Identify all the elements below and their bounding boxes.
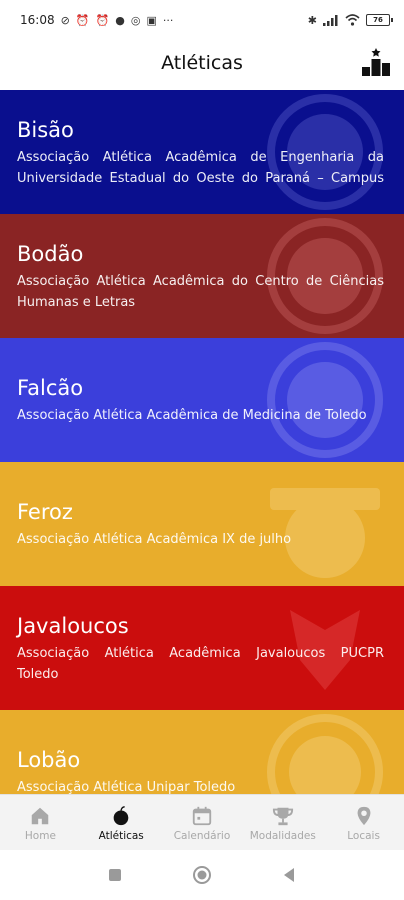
athletic-card-feroz[interactable]: Feroz Associação Atlética Acadêmica IX d… [0, 462, 404, 586]
athletic-logo [267, 342, 383, 458]
nav-locais-label: Locais [347, 829, 380, 842]
status-bar-left: 16:08 ⊘ ⏰ ⏰ ● ◎ ▣ ··· [20, 13, 173, 27]
athletic-description: Associação Atlética Acadêmica IX de julh… [17, 532, 292, 547]
athletic-name: Javaloucos [17, 614, 129, 638]
trophy-icon [272, 807, 293, 825]
battery-icon: 76 [366, 14, 393, 26]
athletic-description: Associação Atlética Acadêmica de Engenha… [17, 150, 384, 186]
athletic-card-lobao[interactable]: Lobão Associação Atlética Unipar Toledo [0, 710, 404, 794]
nav-modalidades-label: Modalidades [249, 829, 316, 842]
bomb-icon [113, 805, 129, 825]
athletic-logo [270, 488, 380, 578]
signal-icon [323, 14, 338, 26]
athletic-card-falcao[interactable]: Falcão Associação Atlética Acadêmica de … [0, 338, 404, 462]
bluetooth-icon: ✱ [307, 13, 317, 27]
athletic-name: Feroz [17, 500, 73, 524]
athletic-card-javaloucos[interactable]: Javaloucos Associação Atlética Acadêmica… [0, 586, 404, 710]
nav-atleticas-label: Atléticas [98, 829, 144, 842]
back-button[interactable] [282, 867, 296, 883]
no-signal-icon: ⊘ [60, 13, 70, 27]
athletic-card-bodao[interactable]: Bodão Associação Atlética Acadêmica do C… [0, 214, 404, 338]
app-header: Atléticas [0, 40, 404, 90]
nav-atleticas[interactable]: Atléticas [81, 795, 162, 851]
location-pin-icon [357, 806, 370, 825]
home-icon [32, 807, 49, 824]
nav-locais[interactable]: Locais [323, 795, 404, 851]
ranking-podium-icon[interactable] [360, 46, 392, 78]
nav-calendario[interactable]: Calendário [162, 795, 243, 851]
nav-home[interactable]: Home [0, 795, 81, 851]
home-button[interactable] [192, 865, 212, 885]
nav-calendario-label: Calendário [173, 829, 231, 842]
nav-modalidades[interactable]: Modalidades [242, 795, 323, 851]
athletic-name: Bisão [17, 118, 74, 142]
athletic-description: Associação Atlética Unipar Toledo [17, 780, 236, 794]
page-title: Atléticas [161, 52, 243, 74]
status-bar: 16:08 ⊘ ⏰ ⏰ ● ◎ ▣ ··· ✱ 76 [0, 0, 404, 40]
athletic-card-bisao[interactable]: Bisão Associação Atlética Acadêmica de E… [0, 90, 404, 214]
athletic-description: Associação Atlética Acadêmica de Medicin… [17, 408, 367, 423]
bottom-navigation: Home Atléticas Calendário Modalidades Lo… [0, 794, 404, 851]
status-time: 16:08 [20, 13, 55, 27]
athletics-list: Bisão Associação Atlética Acadêmica de E… [0, 90, 404, 794]
athletic-description: Associação Atlética Acadêmica Javaloucos… [17, 646, 384, 682]
status-bar-right: ✱ 76 [307, 13, 393, 27]
alarm-icon: ⏰ [75, 13, 90, 27]
athletic-description: Associação Atlética Acadêmica do Centro … [17, 274, 384, 310]
alarm-icon: ⏰ [95, 13, 110, 27]
recent-apps-button[interactable] [108, 868, 122, 882]
chat-icon: ● [115, 13, 125, 27]
whatsapp-icon: ◎ [130, 13, 141, 27]
athletic-name: Bodão [17, 242, 84, 266]
wifi-icon [345, 14, 360, 26]
more-icon: ··· [162, 13, 174, 27]
athletic-name: Lobão [17, 748, 81, 772]
game-icon: ▣ [146, 13, 157, 27]
calendar-icon [192, 806, 212, 825]
nav-home-label: Home [24, 829, 56, 842]
athletic-name: Falcão [17, 376, 84, 400]
system-navigation-bar [0, 850, 404, 900]
